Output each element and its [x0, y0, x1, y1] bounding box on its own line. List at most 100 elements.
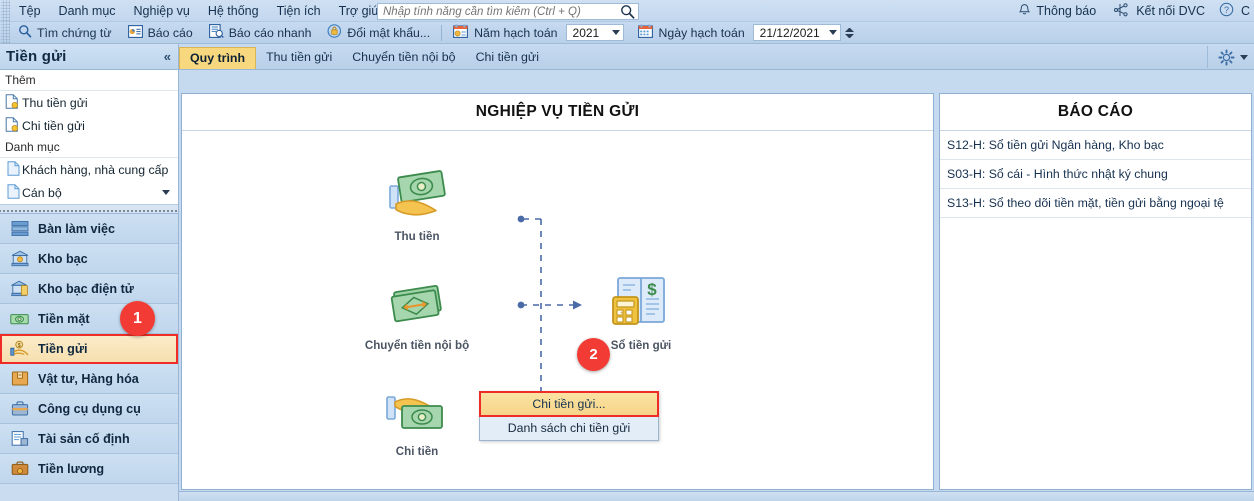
workdesk-icon [10, 219, 29, 238]
sidebar-item-label: Tiền gửi [38, 341, 88, 356]
workspace: NGHIỆP VỤ TIỀN GỬI Thu tiền Chuyển tiền … [179, 70, 1254, 501]
context-menu-chi-tien-gui[interactable]: Chi tiền gửi... [479, 391, 659, 417]
change-password-button[interactable]: Đổi mật khẩu... [319, 23, 438, 43]
search-input[interactable] [378, 4, 616, 19]
sidebar-group-them: Thêm [0, 70, 178, 91]
help-button[interactable]: ? [1214, 2, 1239, 20]
sidebar-resize-handle[interactable] [0, 204, 178, 213]
toolbar-separator [441, 24, 443, 41]
sidebar-link-label: Khách hàng, nhà cung cấp [22, 162, 169, 177]
callout-badge-1: 1 [120, 301, 155, 336]
sidebar-item-label: Kho bạc điện tử [38, 281, 134, 296]
report-button[interactable]: Báo cáo [120, 23, 201, 43]
tab-strip-tools [1207, 46, 1254, 68]
sidebar-item-label: Kho bạc [38, 251, 88, 266]
tools-icon [10, 399, 29, 418]
tab-quy-trinh[interactable]: Quy trình [179, 47, 257, 69]
change-password-label: Đổi mật khẩu... [347, 25, 431, 40]
sidebar-link-label: Cán bộ [22, 185, 62, 200]
account-label[interactable]: C [1239, 4, 1254, 18]
posting-date-select[interactable]: 21/12/2021 [752, 24, 841, 41]
sidebar-item-vat-tu-hang-hoa[interactable]: Vật tư, Hàng hóa [0, 364, 178, 394]
gear-icon[interactable] [1216, 47, 1236, 67]
dvc-connect-button[interactable]: Kết nối DVC [1105, 2, 1214, 20]
document-icon [7, 160, 20, 179]
bell-icon [1018, 3, 1031, 20]
posting-date-value: 21/12/2021 [759, 25, 820, 40]
sidebar-link-khach-hang[interactable]: Khách hàng, nhà cung cấp [0, 158, 178, 181]
sidebar-item-tai-san-co-dinh[interactable]: Tài sản cố định [0, 424, 178, 454]
toolbar-overflow-button[interactable] [844, 27, 854, 38]
quick-report-label: Báo cáo nhanh [228, 25, 312, 40]
sidebar-item-kho-bac[interactable]: Kho bạc [0, 244, 178, 274]
sidebar-item-kho-bac-dien-tu[interactable]: Kho bạc điện tử [0, 274, 178, 304]
report-row[interactable]: S13-H: Sổ theo dõi tiền mặt, tiền gửi bằ… [940, 189, 1251, 218]
find-document-label: Tìm chứng từ [37, 25, 112, 40]
e-treasury-icon [10, 279, 29, 298]
sidebar-item-tien-luong[interactable]: Tiền lương [0, 454, 178, 484]
report-row[interactable]: S03-H: Sổ cái - Hình thức nhật ký chung [940, 160, 1251, 189]
svg-text:$: $ [18, 343, 21, 349]
chevron-down-icon[interactable] [828, 30, 837, 35]
payroll-icon [10, 459, 29, 478]
sidebar: Tiền gửi « Thêm Thu tiền gửi Chi tiền gử… [0, 44, 179, 501]
new-document-icon [5, 116, 19, 135]
sidebar-item-ban-lam-viec[interactable]: Bàn làm việc [0, 214, 178, 244]
notification-button[interactable]: Thông báo [1009, 3, 1105, 20]
fiscal-year-select[interactable]: 2021 [565, 24, 624, 41]
quick-report-button[interactable]: Báo cáo nhanh [201, 23, 320, 43]
menu-item-nghiep-vu[interactable]: Nghiệp vụ [125, 0, 199, 22]
main-toolbar: Tìm chứng từ Báo cáo Báo cáo nhanh Đổi m… [0, 21, 1254, 44]
sidebar-link-thu-tien-gui[interactable]: Thu tiền gửi [0, 91, 178, 114]
toolbar-grip [1, 21, 10, 44]
context-menu-danh-sach-chi-tien-gui[interactable]: Danh sách chi tiền gửi [480, 416, 658, 440]
sidebar-item-label: Tài sản cố định [38, 431, 130, 446]
menu-item-tien-ich[interactable]: Tiện ích [268, 0, 330, 22]
sidebar-item-cong-cu-dung-cu[interactable]: Công cụ dụng cụ [0, 394, 178, 424]
chevron-down-icon[interactable] [1240, 54, 1248, 60]
menu-item-he-thong[interactable]: Hệ thống [199, 0, 268, 22]
calendar-date-icon [637, 24, 653, 41]
sidebar-shortcuts-panel: Thêm Thu tiền gửi Chi tiền gửi Danh mục … [0, 70, 178, 214]
sidebar-link-can-bo[interactable]: Cán bộ [0, 181, 178, 204]
menu-bar-right: Thông báo Kết nối DVC ? C [1009, 0, 1254, 22]
sidebar-item-label: Vật tư, Hàng hóa [38, 371, 139, 386]
sidebar-link-chi-tien-gui[interactable]: Chi tiền gửi [0, 114, 178, 137]
chevron-down-icon[interactable] [611, 30, 620, 35]
sidebar-link-label: Chi tiền gửi [22, 118, 85, 133]
goods-icon [10, 369, 29, 388]
find-document-button[interactable]: Tìm chứng từ [10, 23, 120, 43]
sidebar-item-label: Bàn làm việc [38, 221, 116, 236]
search-icon[interactable] [616, 4, 638, 19]
report-row[interactable]: S12-H: Sổ tiền gửi Ngân hàng, Kho bạc [940, 131, 1251, 160]
fiscal-year-value: 2021 [572, 25, 600, 40]
quick-report-icon [208, 24, 224, 41]
tab-chuyen-tien-noi-bo[interactable]: Chuyển tiền nội bộ [342, 47, 465, 69]
tab-chi-tien-gui[interactable]: Chi tiền gửi [466, 47, 549, 69]
sidebar-item-label: Tiền mặt [38, 311, 90, 326]
sidebar-group-danh-muc: Danh mục [0, 137, 178, 158]
application-window: Tệp Danh mục Nghiệp vụ Hệ thống Tiện ích… [0, 0, 1254, 501]
collapse-sidebar-button[interactable]: « [164, 49, 171, 64]
status-strip [179, 491, 1254, 501]
lock-icon [327, 24, 342, 41]
menu-item-danh-muc[interactable]: Danh mục [50, 0, 125, 22]
posting-date-group: Ngày hạch toán [630, 23, 753, 43]
fiscal-year-label: Năm hạch toán [474, 25, 558, 40]
sidebar-item-tien-gui[interactable]: $ Tiền gửi [0, 334, 178, 364]
menu-item-tep[interactable]: Tệp [10, 0, 50, 22]
global-search-box[interactable] [377, 3, 639, 20]
deposit-icon: $ [10, 339, 29, 358]
help-icon[interactable]: ? [1219, 2, 1234, 20]
sidebar-item-label: Tiền lương [38, 461, 105, 476]
context-menu: Chi tiền gửi... Danh sách chi tiền gửi [479, 391, 659, 441]
search-icon [18, 24, 32, 41]
dvc-label: Kết nối DVC [1136, 4, 1205, 18]
svg-text:?: ? [1224, 5, 1229, 15]
report-label: Báo cáo [147, 25, 193, 40]
network-icon [1114, 2, 1131, 20]
tab-thu-tien-gui[interactable]: Thu tiền gửi [256, 47, 342, 69]
chevron-down-icon[interactable] [162, 190, 170, 195]
process-flow-panel: NGHIỆP VỤ TIỀN GỬI Thu tiền Chuyển tiền … [181, 93, 934, 490]
fiscal-year-group: Năm hạch toán [445, 23, 565, 43]
